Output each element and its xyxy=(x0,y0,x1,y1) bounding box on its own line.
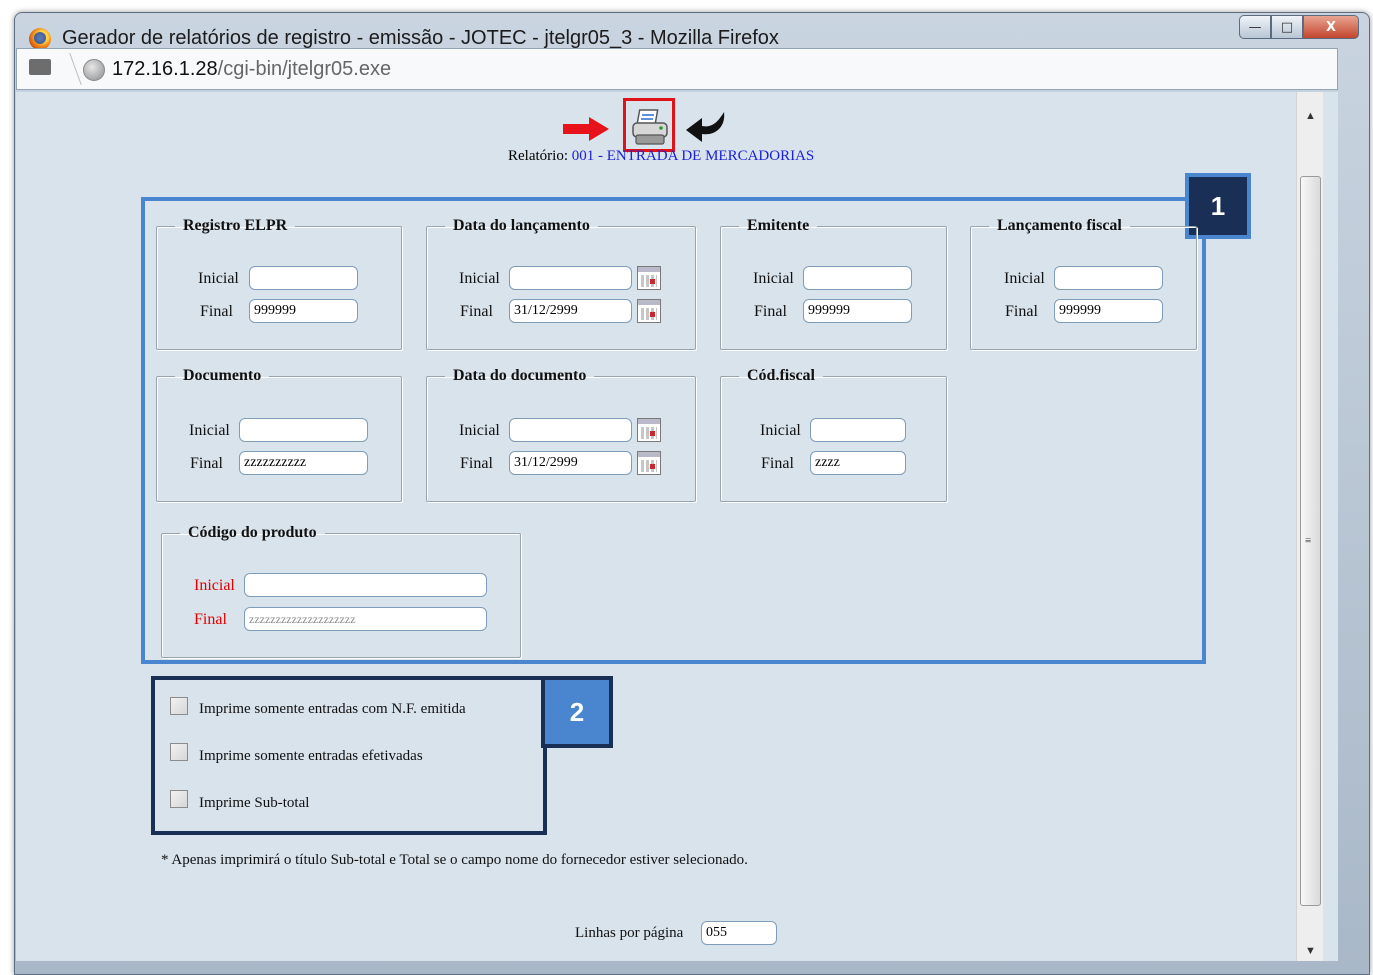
url-host: 172.16.1.28 xyxy=(112,58,218,80)
printer-icon[interactable] xyxy=(630,108,670,148)
vertical-scrollbar[interactable]: ▲ ≡ ▼ xyxy=(1296,92,1323,961)
return-icon[interactable] xyxy=(684,108,728,148)
data-lancamento-inicial-input[interactable] xyxy=(509,266,632,290)
group-legend: Lançamento fiscal xyxy=(997,217,1122,234)
report-label: Relatório: xyxy=(508,148,568,164)
documento-inicial-label: Inicial xyxy=(189,422,230,439)
lancamento-fiscal-final-label: Final xyxy=(1005,303,1038,320)
codigo-produto-inicial-label: Inicial xyxy=(194,577,235,594)
lancamento-fiscal-inicial-label: Inicial xyxy=(1004,270,1045,287)
lines-per-page-input[interactable] xyxy=(701,921,777,945)
page-icon xyxy=(29,59,51,75)
group-legend: Código do produto xyxy=(188,524,317,541)
window-title: Gerador de relatórios de registro - emis… xyxy=(62,27,779,49)
scroll-grip-icon: ≡ xyxy=(1305,535,1312,547)
footnote: * Apenas imprimirá o título Sub-total e … xyxy=(161,852,748,868)
data-documento-final-label: Final xyxy=(460,455,493,472)
cod-fiscal-final-input[interactable] xyxy=(810,451,906,475)
group-legend: Emitente xyxy=(747,217,810,234)
documento-final-input[interactable] xyxy=(239,451,368,475)
window-controls: — □ X xyxy=(1239,15,1359,39)
data-documento-final-input[interactable] xyxy=(509,451,632,475)
nf-emitida-label: Imprime somente entradas com N.F. emitid… xyxy=(199,701,466,717)
calendar-icon[interactable] xyxy=(637,451,661,475)
address-bar[interactable]: 172.16.1.28/cgi-bin/jtelgr05.exe xyxy=(16,48,1338,90)
efetivadas-checkbox[interactable] xyxy=(170,743,188,761)
address-separator xyxy=(55,53,82,85)
group-legend: Cód.fiscal xyxy=(747,367,815,384)
cod-fiscal-final-label: Final xyxy=(761,455,794,472)
report-line: Relatório: 001 - ENTRADA DE MERCADORIAS xyxy=(508,148,814,165)
lancamento-fiscal-inicial-input[interactable] xyxy=(1054,266,1163,290)
lancamento-fiscal-final-input[interactable] xyxy=(1054,299,1163,323)
data-lancamento-final-input[interactable] xyxy=(509,299,632,323)
firefox-icon xyxy=(29,28,51,50)
registro-elpr-inicial-input[interactable] xyxy=(249,266,358,290)
sub-total-label: Imprime Sub-total xyxy=(199,795,310,811)
arrow-right-icon xyxy=(563,117,609,141)
documento-inicial-input[interactable] xyxy=(239,418,368,442)
maximize-button[interactable]: □ xyxy=(1271,15,1303,39)
globe-icon xyxy=(83,59,105,81)
registro-elpr-final-input[interactable] xyxy=(249,299,358,323)
documento-final-label: Final xyxy=(190,455,223,472)
emitente-inicial-input[interactable] xyxy=(803,266,912,290)
registro-elpr-inicial-label: Inicial xyxy=(198,270,239,287)
group-legend: Registro ELPR xyxy=(183,217,288,234)
calendar-icon[interactable] xyxy=(637,418,661,442)
codigo-produto-final-input[interactable] xyxy=(244,607,487,631)
registro-elpr-final-label: Final xyxy=(200,303,233,320)
group-legend: Data do lançamento xyxy=(453,217,590,234)
emitente-final-input[interactable] xyxy=(803,299,912,323)
group-legend: Data do documento xyxy=(453,367,587,384)
cod-fiscal-inicial-label: Inicial xyxy=(760,422,801,439)
nf-emitida-checkbox[interactable] xyxy=(170,697,188,715)
url-path: /cgi-bin/jtelgr05.exe xyxy=(217,58,392,80)
callout-2-badge: 2 xyxy=(541,676,613,748)
sub-total-checkbox[interactable] xyxy=(170,790,188,808)
data-documento-inicial-input[interactable] xyxy=(509,418,632,442)
scroll-down-icon[interactable]: ▼ xyxy=(1305,945,1316,957)
data-lancamento-final-label: Final xyxy=(460,303,493,320)
emitente-final-label: Final xyxy=(754,303,787,320)
close-button[interactable]: X xyxy=(1303,15,1359,39)
report-value: 001 - ENTRADA DE MERCADORIAS xyxy=(571,148,815,164)
minimize-button[interactable]: — xyxy=(1239,15,1271,39)
data-lancamento-inicial-label: Inicial xyxy=(459,270,500,287)
efetivadas-label: Imprime somente entradas efetivadas xyxy=(199,748,423,764)
data-documento-inicial-label: Inicial xyxy=(459,422,500,439)
calendar-icon[interactable] xyxy=(637,299,661,323)
emitente-inicial-label: Inicial xyxy=(753,270,794,287)
url-text[interactable]: 172.16.1.28/cgi-bin/jtelgr05.exe xyxy=(112,58,391,81)
codigo-produto-final-label: Final xyxy=(194,611,227,628)
scroll-up-icon[interactable]: ▲ xyxy=(1305,110,1316,122)
cod-fiscal-inicial-input[interactable] xyxy=(810,418,906,442)
lines-per-page-label: Linhas por página xyxy=(575,925,684,941)
calendar-icon[interactable] xyxy=(637,266,661,290)
scroll-thumb[interactable]: ≡ xyxy=(1300,176,1321,906)
codigo-produto-inicial-input[interactable] xyxy=(244,573,487,597)
group-legend: Documento xyxy=(183,367,262,384)
